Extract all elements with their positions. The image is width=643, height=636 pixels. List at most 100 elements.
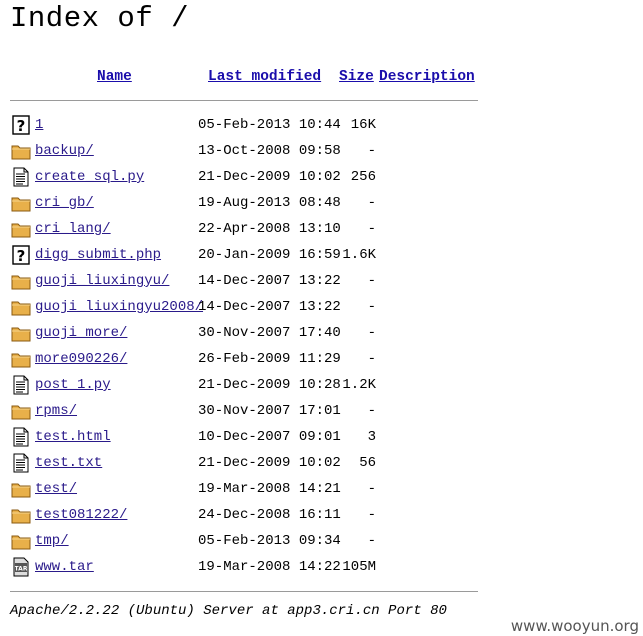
table-row: TAR www.tar 19-Mar-2008 14:22 105M	[0, 555, 480, 581]
size-value: -	[367, 481, 376, 497]
text-file-icon	[11, 375, 31, 395]
text-file-icon	[11, 427, 31, 447]
table-row: guoji_more/30-Nov-2007 17:40 -	[0, 321, 480, 347]
last-modified-value: 13-Oct-2008 09:58	[198, 143, 341, 159]
table-row: ? digg_submit.php 20-Jan-2009 16:59 1.6K	[0, 243, 480, 269]
table-row: guoji_liuxingyu/14-Dec-2007 13:22 -	[0, 269, 480, 295]
last-modified-value: 10-Dec-2007 09:01	[198, 429, 341, 445]
tar-archive-icon: TAR	[11, 557, 31, 577]
file-link[interactable]: post_1.py	[35, 377, 111, 393]
unknown-file-icon: ?	[11, 245, 31, 265]
file-link[interactable]: test.html	[35, 429, 111, 445]
file-link[interactable]: cri_lang/	[35, 221, 111, 237]
folder-icon	[11, 401, 31, 421]
last-modified-value: 30-Nov-2007 17:01	[198, 403, 341, 419]
file-link[interactable]: guoji_liuxingyu/	[35, 273, 169, 289]
file-link[interactable]: test/	[35, 481, 77, 497]
page-title: Index of /	[10, 2, 190, 35]
file-link[interactable]: guoji_liuxingyu2008/	[35, 299, 203, 315]
file-link[interactable]: digg_submit.php	[35, 247, 161, 263]
last-modified-value: 30-Nov-2007 17:40	[198, 325, 341, 341]
header-divider	[10, 100, 478, 101]
column-header-last-modified[interactable]: Last modified	[208, 69, 321, 85]
unknown-file-icon: ?	[11, 115, 31, 135]
file-link[interactable]: test081222/	[35, 507, 127, 523]
table-row: cri_gb/19-Aug-2013 08:48 -	[0, 191, 480, 217]
folder-icon	[11, 323, 31, 343]
size-value: -	[367, 143, 376, 159]
last-modified-value: 26-Feb-2009 11:29	[198, 351, 341, 367]
folder-icon	[11, 479, 31, 499]
folder-icon	[11, 271, 31, 291]
folder-icon	[11, 505, 31, 525]
folder-icon	[11, 193, 31, 213]
table-row: post_1.py 21-Dec-2009 10:28 1.2K	[0, 373, 480, 399]
file-link[interactable]: www.tar	[35, 559, 94, 575]
size-value: -	[367, 507, 376, 523]
table-row: test.html 10-Dec-2007 09:01 3	[0, 425, 480, 451]
last-modified-value: 19-Aug-2013 08:48	[198, 195, 341, 211]
last-modified-value: 22-Apr-2008 13:10	[198, 221, 341, 237]
table-row: ? 1 05-Feb-2013 10:44 16K	[0, 113, 480, 139]
watermark: www.wooyun.org	[510, 617, 639, 635]
size-value: 105M	[342, 559, 376, 575]
size-value: -	[367, 273, 376, 289]
last-modified-value: 21-Dec-2009 10:28	[198, 377, 341, 393]
last-modified-value: 21-Dec-2009 10:02	[198, 455, 341, 471]
text-file-icon	[11, 453, 31, 473]
size-value: -	[367, 403, 376, 419]
svg-text:?: ?	[17, 117, 26, 135]
table-row: create_sql.py 21-Dec-2009 10:02 256	[0, 165, 480, 191]
folder-icon	[11, 349, 31, 369]
size-value: 56	[359, 455, 376, 471]
size-value: -	[367, 351, 376, 367]
last-modified-value: 05-Feb-2013 09:34	[198, 533, 341, 549]
file-link[interactable]: more090226/	[35, 351, 127, 367]
folder-icon	[11, 531, 31, 551]
last-modified-value: 24-Dec-2008 16:11	[198, 507, 341, 523]
table-row: rpms/30-Nov-2007 17:01 -	[0, 399, 480, 425]
last-modified-value: 20-Jan-2009 16:59	[198, 247, 341, 263]
size-value: -	[367, 299, 376, 315]
last-modified-value: 05-Feb-2013 10:44	[198, 117, 341, 133]
file-link[interactable]: cri_gb/	[35, 195, 94, 211]
size-value: 1.2K	[342, 377, 376, 393]
folder-icon	[11, 141, 31, 161]
svg-text:?: ?	[17, 247, 26, 265]
last-modified-value: 14-Dec-2007 13:22	[198, 273, 341, 289]
column-header-name[interactable]: Name	[97, 69, 132, 85]
size-value: 256	[350, 169, 376, 185]
file-link[interactable]: rpms/	[35, 403, 77, 419]
table-row: more090226/26-Feb-2009 11:29 -	[0, 347, 480, 373]
table-row: test081222/24-Dec-2008 16:11 -	[0, 503, 480, 529]
size-value: -	[367, 533, 376, 549]
table-row: guoji_liuxingyu2008/14-Dec-2007 13:22 -	[0, 295, 480, 321]
column-header-description[interactable]: Description	[379, 69, 475, 85]
svg-text:TAR: TAR	[15, 566, 28, 573]
text-file-icon	[11, 167, 31, 187]
file-link[interactable]: 1	[35, 117, 43, 133]
file-link[interactable]: backup/	[35, 143, 94, 159]
column-header-size[interactable]: Size	[339, 69, 374, 85]
table-row: backup/13-Oct-2008 09:58 -	[0, 139, 480, 165]
file-link[interactable]: create_sql.py	[35, 169, 144, 185]
file-link[interactable]: guoji_more/	[35, 325, 127, 341]
server-signature: Apache/2.2.22 (Ubuntu) Server at app3.cr…	[10, 603, 447, 619]
size-value: 3	[367, 429, 376, 445]
file-link[interactable]: tmp/	[35, 533, 69, 549]
folder-icon	[11, 297, 31, 317]
last-modified-value: 19-Mar-2008 14:22	[198, 559, 341, 575]
size-value: -	[367, 195, 376, 211]
last-modified-value: 19-Mar-2008 14:21	[198, 481, 341, 497]
size-value: -	[367, 221, 376, 237]
size-value: 16K	[350, 117, 376, 133]
table-row: cri_lang/22-Apr-2008 13:10 -	[0, 217, 480, 243]
table-row: test/19-Mar-2008 14:21 -	[0, 477, 480, 503]
size-value: -	[367, 325, 376, 341]
size-value: 1.6K	[342, 247, 376, 263]
footer-divider	[10, 591, 478, 592]
table-row: test.txt 21-Dec-2009 10:02 56	[0, 451, 480, 477]
file-link[interactable]: test.txt	[35, 455, 102, 471]
folder-icon	[11, 219, 31, 239]
last-modified-value: 21-Dec-2009 10:02	[198, 169, 341, 185]
